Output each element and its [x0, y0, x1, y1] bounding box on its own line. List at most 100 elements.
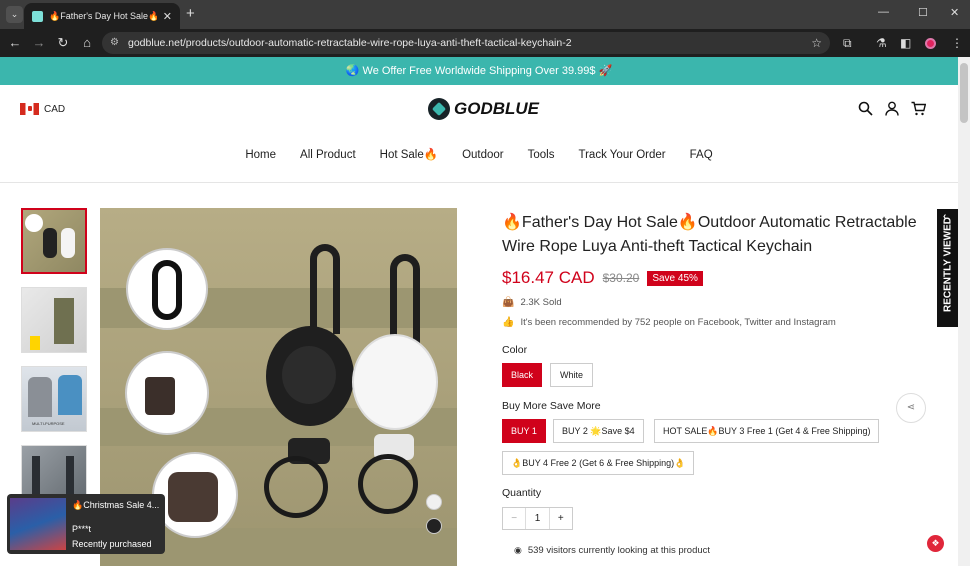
chat-widget-button[interactable]: ❖: [927, 535, 944, 552]
popup-title: 🔥Christmas Sale 4...: [72, 500, 160, 510]
promo-bar: 🌏 We Offer Free Worldwide Shipping Over …: [0, 57, 958, 85]
color-option-white[interactable]: White: [550, 363, 593, 387]
color-label: Color: [502, 344, 528, 356]
address-bar[interactable]: ⚙ godblue.net/products/outdoor-automatic…: [102, 32, 830, 54]
home-icon[interactable]: ⌂: [79, 35, 95, 50]
popup-product-image: [10, 498, 66, 550]
scrollbar-thumb[interactable]: [960, 63, 968, 123]
currency-label: CAD: [44, 103, 66, 115]
sale-price: $16.47 CAD: [502, 268, 595, 287]
reload-icon[interactable]: ↻: [55, 35, 71, 51]
header-divider: [0, 182, 958, 183]
account-icon[interactable]: [885, 101, 899, 119]
black-keyring: [264, 456, 328, 518]
forward-icon[interactable]: →: [31, 35, 47, 50]
browser-toolbar: ← → ↻ ⌂ ⚙ godblue.net/products/outdoor-a…: [0, 29, 970, 57]
price-row: $16.47 CAD $30.20 Save 45%: [502, 268, 703, 288]
recent-purchase-popup[interactable]: 🔥Christmas Sale 4... P***t Recently purc…: [7, 494, 165, 554]
thumbnail-3[interactable]: MULTI-PURPOSE: [21, 366, 87, 432]
visitors-text: 539 visitors currently looking at this p…: [527, 545, 711, 556]
recently-viewed-tab[interactable]: ‹ RECENTLY VIEWED: [937, 209, 958, 327]
tab-close-icon[interactable]: ✕: [163, 10, 172, 23]
main-navigation: Home All Product Hot Sale🔥 Outdoor Tools…: [0, 145, 958, 183]
bundle-buy-1[interactable]: BUY 1: [502, 419, 546, 443]
bundle-label: Buy More Save More: [502, 400, 601, 412]
tab-title: 🔥Father's Day Hot Sale🔥Ou: [49, 10, 157, 21]
share-icon: ⋖: [906, 402, 916, 413]
thumbnail-2[interactable]: [21, 287, 87, 353]
nav-home[interactable]: Home: [245, 145, 276, 183]
nav-outdoor[interactable]: Outdoor: [462, 145, 504, 183]
recently-viewed-label: RECENTLY VIEWED: [942, 216, 954, 313]
browser-menu-icon[interactable]: ⋮: [951, 36, 963, 50]
white-keychain-body: [352, 334, 438, 430]
extensions-icon[interactable]: ⧉: [843, 36, 852, 51]
recommendation-line: 👍 It's been recommended by 752 people on…: [502, 317, 836, 328]
labs-flask-icon[interactable]: ⚗: [876, 36, 887, 50]
recommendation-text: It's been recommended by 752 people on F…: [520, 317, 836, 328]
nav-tools[interactable]: Tools: [528, 145, 555, 183]
bundle-buy-2[interactable]: BUY 2 🌟Save $4: [553, 419, 644, 443]
nav-all-product[interactable]: All Product: [300, 145, 356, 183]
web-page: 🌏 We Offer Free Worldwide Shipping Over …: [0, 57, 958, 566]
canada-flag-icon: [20, 103, 39, 115]
page-scrollbar[interactable]: [958, 57, 970, 566]
image-nav-dot-1[interactable]: [426, 494, 442, 510]
bookmark-star-icon[interactable]: ☆: [811, 32, 822, 54]
quantity-stepper: − 1 +: [502, 507, 573, 530]
white-keyring: [358, 454, 418, 514]
eye-icon: ◉: [514, 545, 522, 555]
save-badge: Save 45%: [647, 270, 703, 286]
quantity-label: Quantity: [502, 487, 542, 499]
url-text: godblue.net/products/outdoor-automatic-r…: [128, 37, 572, 49]
chat-icon: ❖: [931, 538, 940, 548]
nav-track-order[interactable]: Track Your Order: [579, 145, 666, 183]
share-button[interactable]: ⋖: [896, 393, 926, 423]
tab-search-button[interactable]: ⌄: [6, 6, 23, 23]
quantity-input[interactable]: 1: [525, 508, 550, 529]
thumbnail-1[interactable]: [21, 208, 87, 274]
new-tab-icon[interactable]: +: [186, 5, 195, 22]
thumbnail-caption: MULTI-PURPOSE: [32, 421, 65, 426]
thumbnail-gallery: MULTI-PURPOSE: [21, 208, 87, 524]
nav-hot-sale[interactable]: Hot Sale🔥: [380, 145, 438, 183]
sold-count: 👜 2.3K Sold: [502, 297, 562, 308]
quantity-increase-button[interactable]: +: [550, 508, 572, 529]
bundle-buy-3[interactable]: HOT SALE🔥BUY 3 Free 1 (Get 4 & Free Ship…: [654, 419, 880, 443]
white-keychain-clip: [390, 254, 420, 344]
product-title: 🔥Father's Day Hot Sale🔥Outdoor Automatic…: [502, 214, 917, 255]
color-option-black[interactable]: Black: [502, 363, 542, 387]
back-icon[interactable]: ←: [7, 35, 23, 50]
browser-tab-strip: ⌄ 🔥Father's Day Hot Sale🔥Ou ✕ + — ☐ ✕: [0, 0, 970, 29]
detail-circle-hook: [126, 248, 208, 330]
nav-faq[interactable]: FAQ: [690, 145, 713, 183]
profile-avatar-icon[interactable]: [925, 38, 936, 49]
site-header: CAD GODBLUE: [0, 85, 958, 145]
site-info-icon[interactable]: ⚙: [110, 32, 119, 54]
site-logo[interactable]: GODBLUE: [428, 98, 539, 120]
thumbs-up-icon: 👍: [502, 317, 515, 328]
compare-price: $30.20: [602, 271, 640, 285]
search-icon[interactable]: [858, 101, 873, 119]
bundle-buy-4[interactable]: 👌BUY 4 Free 2 (Get 6 & Free Shipping)👌: [502, 451, 695, 475]
black-keychain-face: [282, 346, 336, 404]
close-window-icon[interactable]: ✕: [950, 6, 959, 19]
image-nav-dot-2[interactable]: [426, 518, 442, 534]
site-favicon-icon: [32, 10, 43, 22]
visitors-line: ◉ 539 visitors currently looking at this…: [514, 545, 710, 556]
popup-buyer-name: P***t: [72, 524, 92, 534]
cart-icon[interactable]: [911, 101, 927, 119]
minimize-icon[interactable]: —: [878, 6, 889, 18]
logo-mark-icon: [428, 98, 450, 120]
side-panel-icon[interactable]: ◧: [900, 36, 911, 50]
sold-text: 2.3K Sold: [520, 297, 562, 308]
currency-selector[interactable]: CAD: [20, 103, 65, 115]
detail-circle-wire: [125, 351, 209, 435]
browser-tab-active[interactable]: 🔥Father's Day Hot Sale🔥Ou ✕: [24, 3, 180, 29]
popup-subtitle: Recently purchased: [72, 539, 152, 549]
black-keychain-clip: [310, 244, 340, 334]
quantity-decrease-button[interactable]: −: [503, 508, 525, 529]
maximize-icon[interactable]: ☐: [918, 6, 928, 19]
logo-text: GODBLUE: [454, 99, 539, 118]
bag-icon: 👜: [502, 297, 515, 308]
